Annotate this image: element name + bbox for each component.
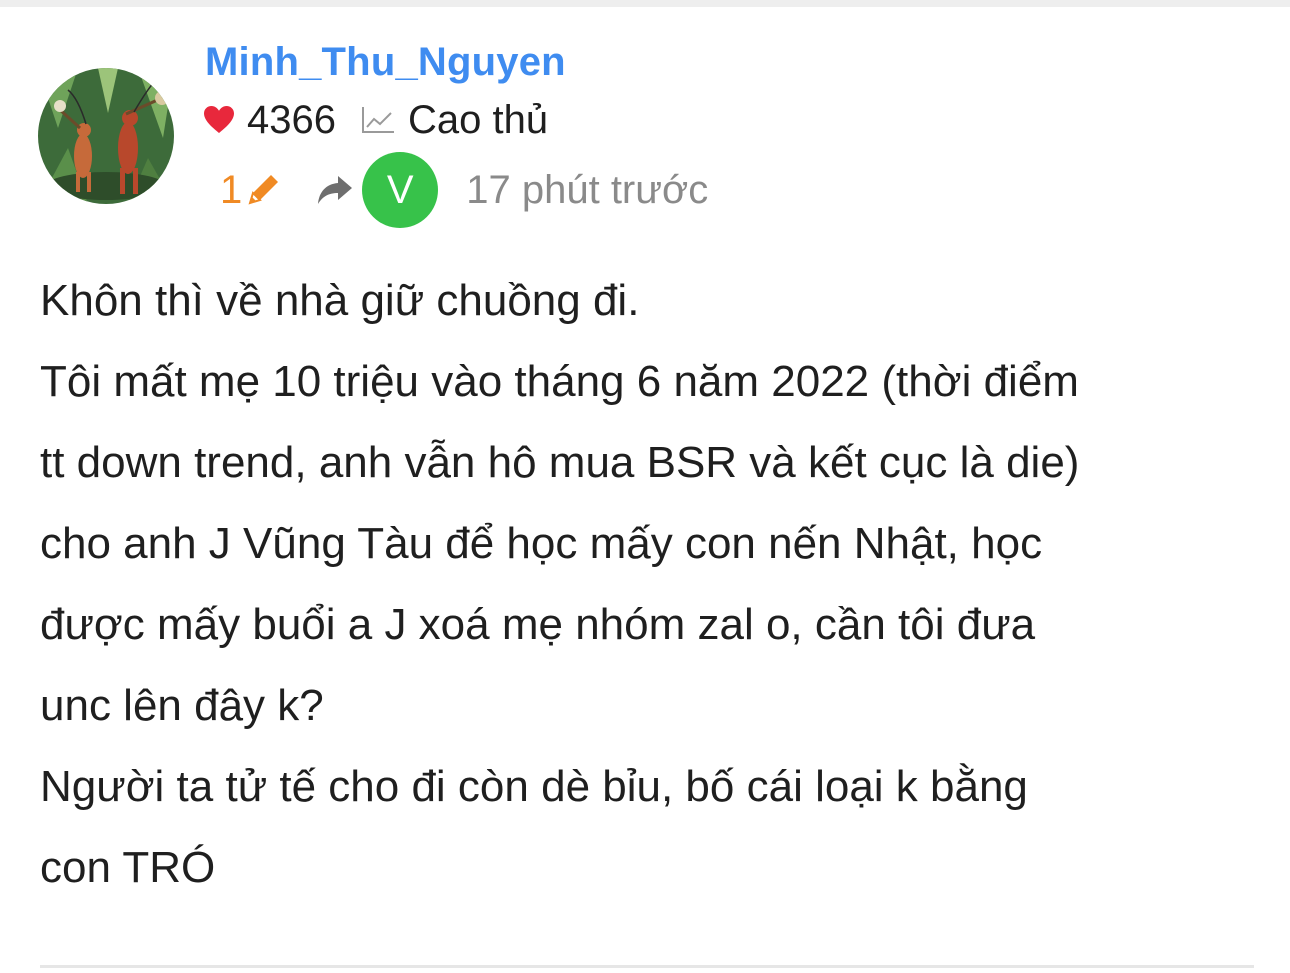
post-card: Minh_Thu_Nguyen 4366 Cao thủ 1 V 17 phút… bbox=[0, 0, 1290, 973]
post-line: tt down trend, anh vẫn hô mua BSR và kết… bbox=[40, 438, 1080, 487]
user-initial-badge[interactable]: V bbox=[362, 152, 439, 228]
rank-label: Cao thủ bbox=[407, 97, 549, 142]
username-link[interactable]: Minh_Thu_Nguyen bbox=[205, 40, 566, 85]
author-stats: 4366 Cao thủ bbox=[203, 96, 548, 144]
heart-icon bbox=[203, 105, 235, 135]
post-meta: 1 V 17 phút trước bbox=[220, 152, 708, 228]
avatar[interactable] bbox=[38, 68, 174, 204]
avatar-image bbox=[38, 68, 174, 204]
post-line: Tôi mất mẹ 10 triệu vào tháng 6 năm 2022… bbox=[40, 357, 1079, 406]
post-line: được mấy buổi a J xoá mẹ nhóm zal o, cần… bbox=[40, 600, 1036, 649]
trending-chart-icon bbox=[360, 105, 396, 135]
top-separator bbox=[0, 0, 1290, 7]
post-divider bbox=[40, 965, 1254, 968]
likes-count: 4366 bbox=[247, 97, 336, 142]
post-line: unc lên đây k? bbox=[40, 681, 324, 730]
post-body: Khôn thì về nhà giữ chuồng đi. Tôi mất m… bbox=[40, 260, 1250, 908]
post-line: Khôn thì về nhà giữ chuồng đi. bbox=[40, 276, 640, 325]
edit-count[interactable]: 1 bbox=[220, 168, 242, 213]
post-line: con TRÓ bbox=[40, 843, 216, 892]
post-line: Người ta tử tế cho đi còn dè bỉu, bố cái… bbox=[40, 762, 1028, 811]
timestamp: 17 phút trước bbox=[466, 167, 709, 212]
pencil-icon[interactable] bbox=[244, 171, 282, 209]
post-line: cho anh J Vũng Tàu để học mấy con nến Nh… bbox=[40, 519, 1043, 568]
share-arrow-icon[interactable] bbox=[316, 174, 354, 206]
